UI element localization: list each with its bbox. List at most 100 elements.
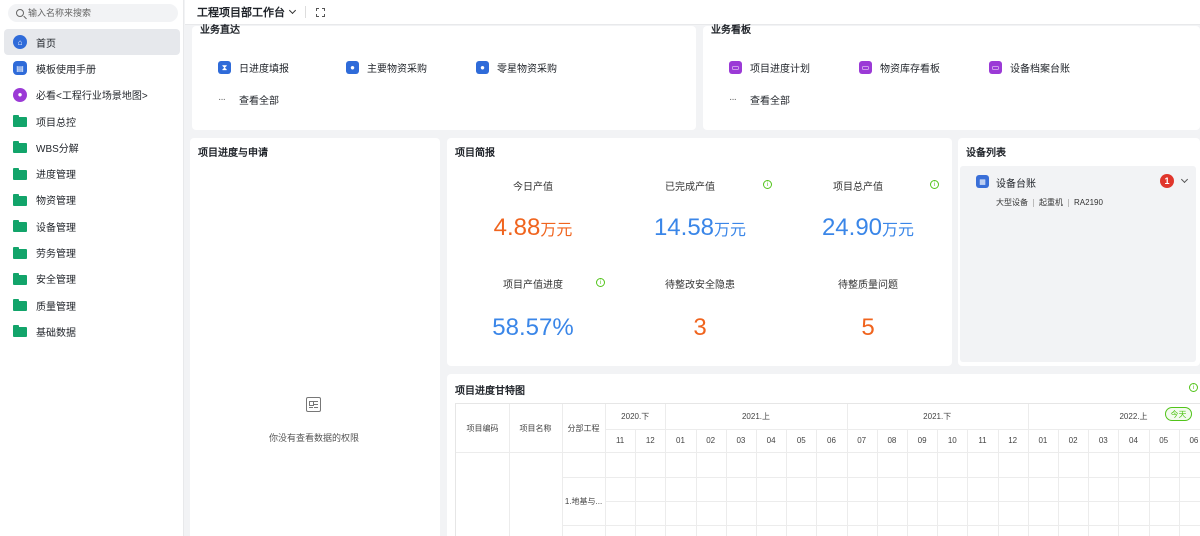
device-group-name: 设备台账 [996,179,1036,190]
gantt-period-label: 2021.上 [741,412,770,421]
quick-link-inventory-board[interactable]: ▭ 物资库存看板 [859,60,940,75]
chevron-down-icon [288,6,297,15]
gantt-period-label: 2021.下 [923,412,952,421]
gantt-month-label: 11 [615,436,625,445]
info-icon[interactable]: i [596,278,605,287]
fullscreen-icon[interactable] [316,7,325,17]
gantt-chart: 项目编码 项目名称 分部工程 1.地基与... 2020.下 11 12 2021.上… [455,403,1200,536]
sidebar-item-home[interactable]: ⌂ 首页 [4,29,180,56]
column-header: 分部工程 [567,423,600,433]
more-icon: ··· [729,94,737,105]
gantt-month-label: 12 [1008,436,1018,445]
sidebar-item-quality[interactable]: 质量管理 [4,292,180,318]
quick-link-label: 物资库存看板 [880,64,940,75]
gantt-month-label: 02 [706,436,716,445]
hourglass-icon: ⧗ [218,61,231,74]
business-direct-card: 业务直达 ⧗ 日进度填报 ● 主要物资采购 ● 零星物资采购 ··· 查看全部 [192,25,696,130]
gantt-month-label: 09 [917,436,927,445]
quick-link-main-materials[interactable]: ● 主要物资采购 [346,60,427,75]
sidebar-item-wbs[interactable]: WBS分解 [4,134,180,160]
folder-icon [13,167,27,181]
sidebar-item-label: 基础数据 [36,327,76,339]
gantt-month-label: 01 [676,436,685,445]
sidebar-item-label: 进度管理 [36,170,76,182]
quick-link-label: 设备档案台账 [1010,64,1070,75]
sidebar-item-progress[interactable]: 进度管理 [4,160,180,186]
sidebar-item-label: 项目总控 [36,117,76,129]
today-output-label: 今日产值 [513,182,553,193]
sidebar-item-project-control[interactable]: 项目总控 [4,108,180,134]
gantt-month-label: 05 [796,436,806,445]
folder-icon [13,298,27,312]
view-all-board[interactable]: ··· 查看全部 [729,92,790,107]
count-badge: 1 [1160,174,1174,188]
sidebar-item-manual[interactable]: ▤ 模板使用手册 [4,55,180,81]
quick-link-progress-plan[interactable]: ▭ 项目进度计划 [729,60,810,75]
folder-icon [13,324,27,338]
top-bar: 工程项目部工作台 [185,0,1200,25]
completed-output-value: 14.58万元 [630,214,770,242]
sidebar-item-equipment[interactable]: 设备管理 [4,213,180,239]
gantt-month-label: 06 [1189,436,1199,445]
value-number: 14.58 [653,214,715,241]
sidebar-item-label: WBS分解 [36,143,79,155]
card-title: 业务直达 [200,25,240,36]
info-icon[interactable]: i [930,180,939,189]
value-number: 24.90 [821,214,883,241]
gantt-month-label: 03 [1098,436,1108,445]
sidebar-item-labor[interactable]: 劳务管理 [4,239,180,265]
sidebar-item-safety[interactable]: 安全管理 [4,266,180,292]
device-group[interactable]: ▦ 设备台账 1 大型设备 起重机 RA2190 [960,166,1196,362]
gantt-month-label: 10 [947,436,957,445]
search-icon [16,9,24,17]
book-icon: ▤ [13,61,27,76]
home-icon: ⌂ [13,35,27,50]
device-tags: 大型设备 起重机 RA2190 [996,197,1103,208]
card-title: 业务看板 [711,25,751,36]
sidebar-item-materials[interactable]: 物资管理 [4,187,180,213]
sidebar-item-label: 劳务管理 [36,249,76,261]
sidebar-item-scene-map[interactable]: ● 必看<工程行业场景地图> [4,82,180,108]
quick-link-daily-progress[interactable]: ⧗ 日进度填报 [218,60,289,75]
sidebar-item-label: 模板使用手册 [36,64,96,76]
sidebar-item-base-data[interactable]: 基础数据 [4,318,180,344]
card-title: 项目进度甘特图 [455,386,525,397]
gantt-period-label: 2020.下 [621,412,650,421]
info-icon[interactable]: i [1189,383,1198,392]
quick-link-minor-materials[interactable]: ● 零星物资采购 [476,60,557,75]
gantt-month-label: 04 [1129,436,1138,445]
output-progress-label: 项目产值进度 [503,280,563,291]
view-all-direct[interactable]: ··· 查看全部 [218,92,279,107]
monitor-icon: ▭ [989,61,1002,74]
sidebar-item-label: 质量管理 [36,301,76,313]
value-unit: 万元 [882,222,915,239]
value-unit: 万元 [714,222,747,239]
gantt-month-label: 11 [978,436,987,445]
quick-link-equipment-ledger[interactable]: ▭ 设备档案台账 [989,60,1070,75]
value-unit: 万元 [540,222,573,239]
quick-link-label: 日进度填报 [239,64,289,75]
gantt-month-label: 07 [857,436,867,445]
monitor-icon: ▭ [729,61,742,74]
output-progress-value: 58.57% [492,314,574,341]
search-input[interactable] [28,8,168,18]
sidebar-item-label: 安全管理 [36,275,76,287]
chat-icon: ● [13,87,27,102]
device-tag: 起重机 [1039,198,1063,207]
card-title: 项目进度与申请 [198,148,268,159]
gantt-month-label: 06 [827,436,836,445]
today-button[interactable]: 今天 [1165,407,1192,421]
quality-issues-label: 待整质量问题 [838,280,898,291]
info-icon[interactable]: i [763,180,772,189]
safety-hazards-value: 3 [693,314,707,341]
chevron-down-icon[interactable] [1180,175,1189,184]
column-header: 项目编码 [466,423,499,433]
search-box[interactable] [8,4,178,22]
gantt-month-label: 08 [887,436,897,445]
quick-link-label: 项目进度计划 [750,64,810,75]
more-icon: ··· [218,94,226,105]
quality-issues-value: 5 [861,314,875,341]
folder-icon [13,114,27,128]
workspace-selector[interactable]: 工程项目部工作台 [197,4,297,20]
folder-icon [13,272,27,286]
